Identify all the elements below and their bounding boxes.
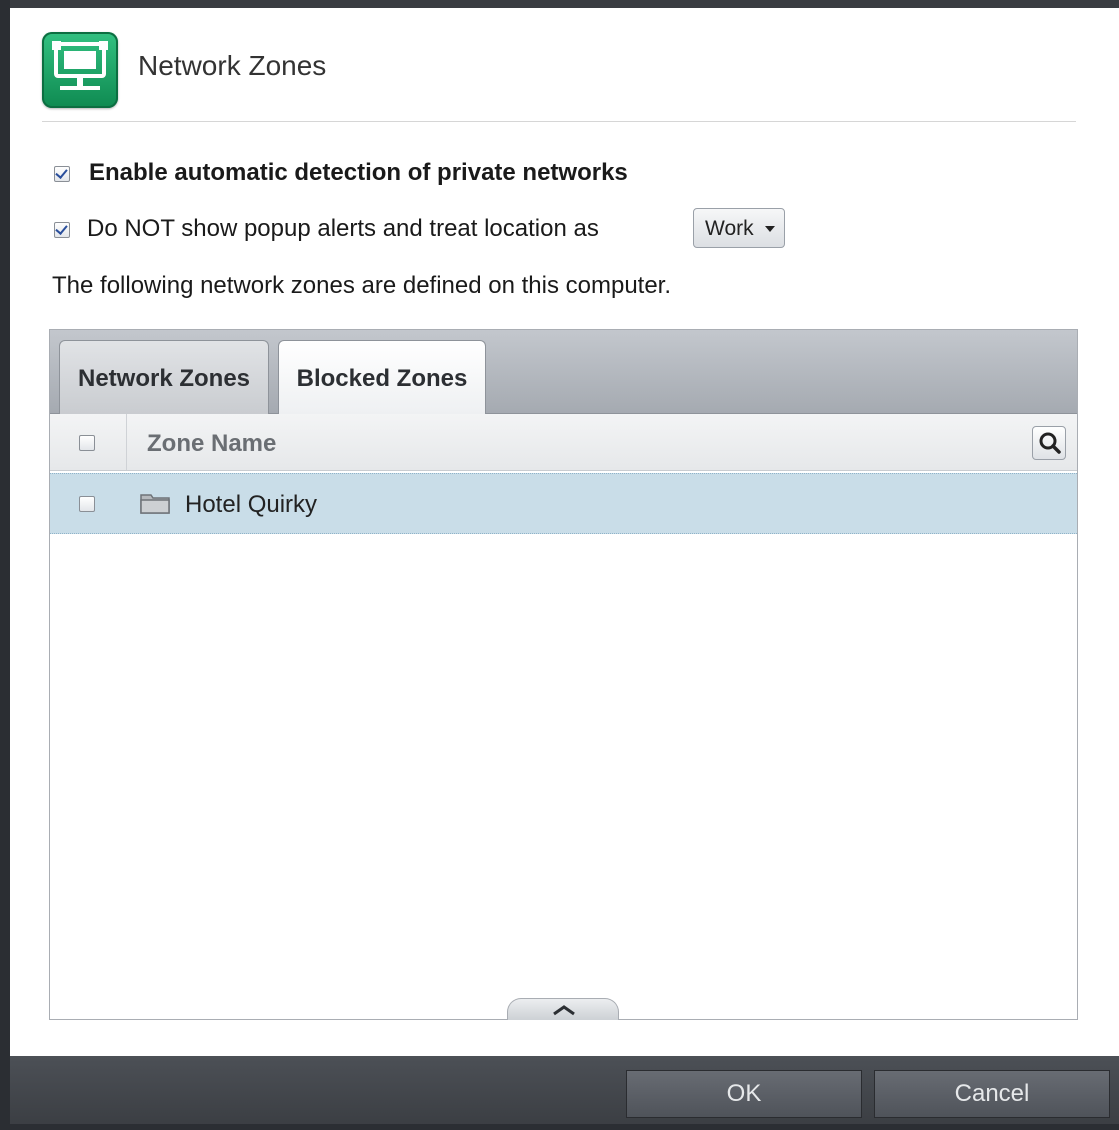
location-dropdown[interactable]: Work — [693, 208, 785, 248]
search-button[interactable] — [1032, 426, 1066, 460]
header-divider — [42, 121, 1076, 122]
window-edge — [0, 0, 10, 1130]
cancel-button[interactable]: Cancel — [874, 1070, 1110, 1118]
zones-description: The following network zones are defined … — [52, 272, 672, 299]
tab-blocked-zones-label: Blocked Zones — [296, 365, 468, 392]
no-popup-label: Do NOT show popup alerts and treat locat… — [87, 215, 599, 242]
table-header: Zone Name — [50, 414, 1077, 471]
location-dropdown-value: Work — [705, 217, 754, 240]
auto-detect-label: Enable automatic detection of private ne… — [89, 159, 628, 186]
tab-blocked-zones[interactable]: Blocked Zones — [278, 340, 486, 415]
network-zones-icon — [42, 32, 118, 108]
network-zones-dialog: Network Zones Enable automatic detection… — [10, 8, 1119, 1056]
row-checkbox[interactable] — [79, 496, 95, 512]
table-row[interactable]: Hotel Quirky — [50, 473, 1077, 534]
chevron-up-icon — [553, 1005, 575, 1016]
dialog-title: Network Zones — [138, 50, 327, 81]
auto-detect-checkbox[interactable] — [54, 166, 70, 182]
select-all-checkbox[interactable] — [79, 435, 95, 451]
dialog-footer: OK Cancel — [10, 1056, 1119, 1130]
zone-name: Hotel Quirky — [185, 491, 318, 518]
tab-bar: Network Zones Blocked Zones — [50, 330, 1077, 415]
window-bottom-edge — [10, 1124, 1119, 1130]
no-popup-checkbox[interactable] — [54, 222, 70, 238]
chevron-down-icon — [765, 226, 775, 232]
zones-panel: Network Zones Blocked Zones Zone Name Ho… — [49, 329, 1078, 1020]
tab-network-zones-label: Network Zones — [77, 365, 251, 392]
ok-button[interactable]: OK — [626, 1070, 862, 1118]
folder-icon — [140, 494, 170, 514]
collapse-handle[interactable] — [507, 998, 619, 1020]
search-icon — [1039, 432, 1061, 454]
tab-network-zones[interactable]: Network Zones — [59, 340, 269, 414]
column-header-zone-name[interactable]: Zone Name — [147, 430, 276, 458]
column-divider — [126, 414, 127, 470]
